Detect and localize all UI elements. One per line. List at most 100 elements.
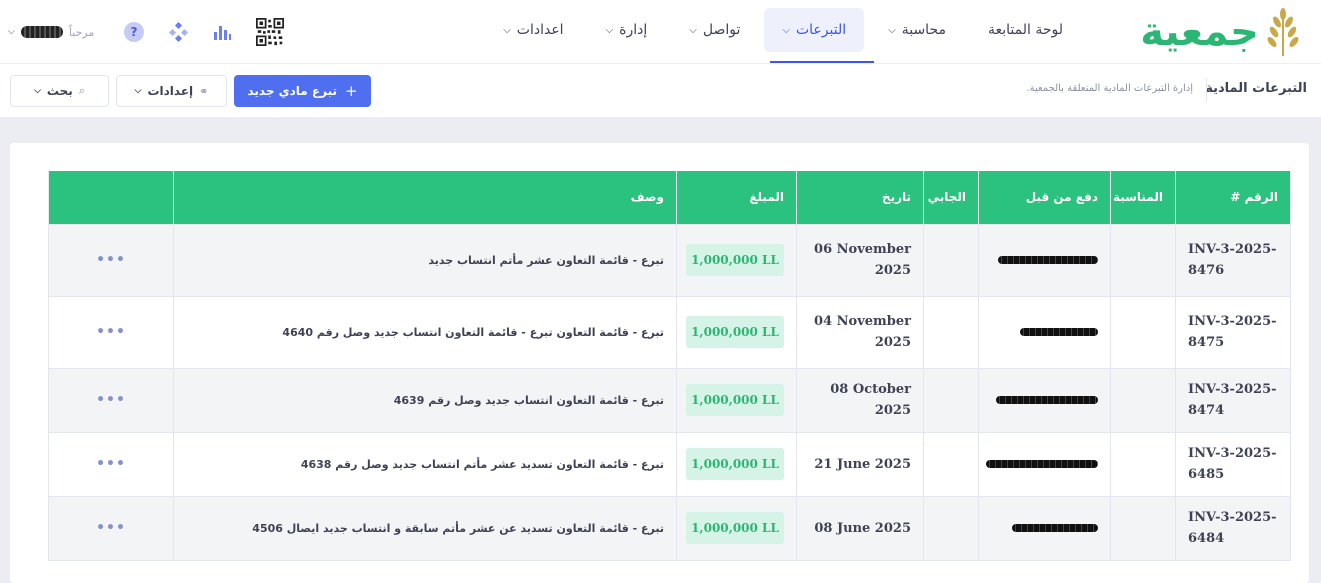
settings-button[interactable]: ⚭ إعدادات ⌵ — [116, 75, 227, 107]
chevron-down-icon: ⌵ — [888, 24, 896, 36]
date-cell: 04 November 2025 — [796, 295, 924, 369]
paid-by-cell — [978, 431, 1111, 497]
collector-cell — [923, 223, 979, 297]
nav-item-label: اعدادات — [516, 22, 564, 38]
chevron-down-icon: ⌵ — [689, 24, 697, 36]
column-header[interactable]: تاريخ — [796, 171, 924, 224]
top-navbar: جمعية لوحة المتابعة محاسبة ⌵ التبرعات ⌵ — [0, 0, 1321, 64]
occasion-cell — [1110, 495, 1176, 561]
column-header[interactable]: وصف — [173, 171, 677, 224]
divider — [1206, 78, 1207, 102]
row-actions-button[interactable]: ••• — [48, 295, 174, 369]
occasion-cell — [1110, 295, 1176, 369]
column-header[interactable]: دفع من قبل — [978, 171, 1111, 224]
paid-by-cell — [978, 495, 1111, 561]
collector-cell — [923, 495, 979, 561]
page-subheader: التبرعات المادية إدارة التبرعات المادية … — [0, 64, 1321, 118]
table-row[interactable]: INV-3-2025- 6485 21 June 2025 1,000,000 L… — [48, 431, 1291, 497]
row-actions-button[interactable]: ••• — [48, 431, 174, 497]
description-cell: تبرع - قائمة التعاون تسديد عن عشر مأتم س… — [173, 495, 677, 561]
redacted-name — [986, 460, 1098, 468]
amount-cell: 1,000,000 LL — [676, 495, 797, 561]
amount-badge: 1,000,000 LL — [686, 512, 784, 544]
collector-cell — [923, 367, 979, 433]
chevron-down-icon: ⌵ — [605, 24, 614, 36]
settings-label: إعدادات — [147, 84, 194, 98]
nav-item-dashboard[interactable]: لوحة المتابعة — [970, 8, 1081, 52]
table-header-row: الرقم # المناسبة دفع من قبل الجابي تاريخ… — [48, 171, 1291, 224]
row-actions-button[interactable]: ••• — [48, 495, 174, 561]
date-cell: 08 June 2025 — [796, 495, 924, 561]
table-row[interactable]: INV-3-2025- 8474 08 October 2025 1,000,00… — [48, 367, 1291, 433]
amount-cell: 1,000,000 LL — [676, 223, 797, 297]
invoice-number[interactable]: INV-3-2025- 8476 — [1175, 223, 1291, 297]
donations-card: الرقم # المناسبة دفع من قبل الجابي تاريخ… — [10, 143, 1309, 583]
nav-item-label: محاسبة — [901, 22, 946, 38]
redacted-name — [1020, 328, 1098, 336]
paid-by-cell — [978, 367, 1111, 433]
logo-text: جمعية — [1140, 9, 1260, 55]
collector-cell — [923, 295, 979, 369]
wheat-icon — [1267, 8, 1299, 56]
active-nav-indicator — [770, 61, 874, 63]
search-button[interactable]: ⌕ بحث ⌵ — [10, 75, 109, 107]
nav-item-accounting[interactable]: محاسبة ⌵ — [870, 8, 964, 52]
chevron-down-icon: ⌵ — [503, 24, 511, 36]
occasion-cell — [1110, 223, 1176, 297]
page-description: إدارة التبرعات المادية المتعلقة بالجمعية… — [1026, 83, 1193, 94]
date-cell: 06 November 2025 — [796, 223, 924, 297]
nav-item-label: التبرعات — [795, 22, 847, 38]
table-row[interactable]: INV-3-2025- 8475 04 November 2025 1,000,0… — [48, 295, 1291, 369]
bar-chart-icon — [214, 26, 231, 40]
table-row[interactable]: INV-3-2025- 6484 08 June 2025 1,000,000 L… — [48, 495, 1291, 561]
qr-code-icon — [256, 18, 284, 46]
chevron-down-icon: ⌵ — [134, 86, 142, 96]
plus-icon: + — [344, 82, 358, 100]
chevron-down-icon: ⌵ — [782, 24, 790, 36]
invoice-number[interactable]: INV-3-2025- 8474 — [1175, 367, 1291, 433]
search-label: بحث — [46, 84, 73, 98]
invoice-number[interactable]: INV-3-2025- 8475 — [1175, 295, 1291, 369]
description-cell: تبرع - قائمة التعاون تسديد عشر مأتم انتس… — [173, 431, 677, 497]
paid-by-cell — [978, 223, 1111, 297]
column-header[interactable]: الجابي — [923, 171, 979, 224]
user-greeting: مرحباً — [68, 25, 95, 39]
new-donation-button[interactable]: + تبرع مادي جديد — [234, 75, 371, 107]
logo[interactable]: جمعية — [1140, 6, 1305, 58]
apps-button[interactable] — [164, 18, 192, 46]
redacted-name — [998, 256, 1098, 264]
top-toolbar: ⌵ مرحباً ? — [8, 14, 284, 50]
new-donation-label: تبرع مادي جديد — [247, 84, 337, 98]
invoice-number[interactable]: INV-3-2025- 6484 — [1175, 495, 1291, 561]
chevron-down-icon: ⌵ — [8, 27, 15, 37]
date-cell: 08 October 2025 — [796, 367, 924, 433]
nav-item-communication[interactable]: تواصل ⌵ — [671, 8, 758, 52]
column-header[interactable]: الرقم # — [1175, 171, 1291, 224]
amount-badge: 1,000,000 LL — [686, 384, 784, 416]
invoice-number[interactable]: INV-3-2025- 6485 — [1175, 431, 1291, 497]
reports-button[interactable] — [208, 18, 236, 46]
column-header[interactable]: المبلغ — [676, 171, 797, 224]
column-header — [48, 171, 174, 224]
amount-cell: 1,000,000 LL — [676, 367, 797, 433]
amount-cell: 1,000,000 LL — [676, 295, 797, 369]
nav-item-management[interactable]: إدارة ⌵ — [588, 8, 666, 52]
description-cell: تبرع - قائمة التعاون انتساب جديد وصل رقم… — [173, 367, 677, 433]
amount-badge: 1,000,000 LL — [686, 448, 784, 480]
nav-item-donations[interactable]: التبرعات ⌵ — [764, 8, 865, 52]
occasion-cell — [1110, 431, 1176, 497]
collector-cell — [923, 431, 979, 497]
row-actions-button[interactable]: ••• — [48, 223, 174, 297]
nav-item-settings[interactable]: اعدادات ⌵ — [485, 8, 581, 52]
column-header[interactable]: المناسبة — [1110, 171, 1176, 224]
help-button[interactable]: ? — [120, 18, 148, 46]
table-row[interactable]: INV-3-2025- 8476 06 November 2025 1,000,0… — [48, 223, 1291, 297]
chevron-down-icon: ⌵ — [34, 86, 41, 96]
redacted-name — [996, 396, 1098, 404]
nav-item-label: تواصل — [702, 22, 741, 38]
qr-code-button[interactable] — [256, 18, 284, 46]
amount-badge: 1,000,000 LL — [686, 244, 784, 276]
nav-item-label: لوحة المتابعة — [987, 22, 1063, 38]
row-actions-button[interactable]: ••• — [48, 367, 174, 433]
user-menu[interactable]: ⌵ مرحباً — [8, 26, 104, 39]
